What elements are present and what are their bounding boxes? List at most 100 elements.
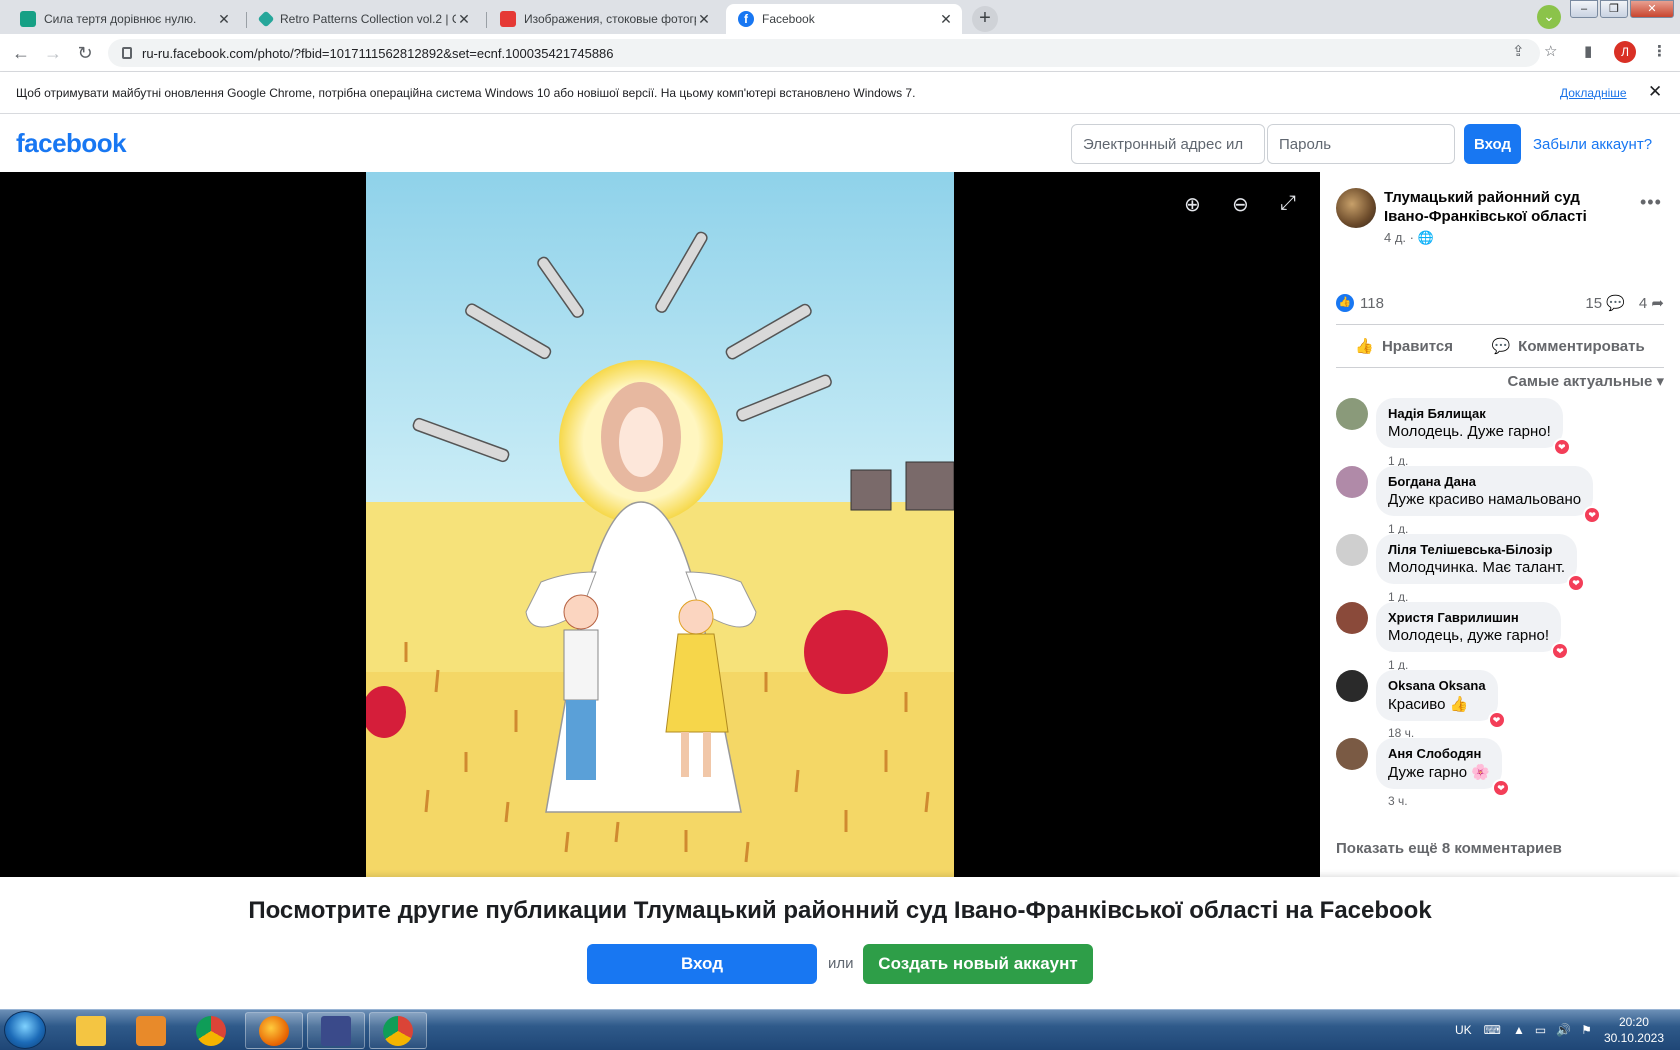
love-reaction-icon[interactable]: ❤ (1583, 506, 1602, 524)
comment-author[interactable]: Надія Бялищак (1388, 406, 1551, 421)
sort-label: Самые актуальные (1507, 373, 1653, 390)
like-button[interactable]: 👍 Нравится (1355, 337, 1453, 355)
tab-1[interactable]: Сила тертя дорівнює нулю. ✕ (8, 4, 240, 34)
love-reaction-icon[interactable]: ❤ (1551, 642, 1570, 660)
comment-button[interactable]: 💬 Комментировать (1491, 337, 1644, 355)
post-side-panel: Тлумацький районний суд Івано-Франківськ… (1320, 172, 1680, 877)
tab-facebook-active[interactable]: f Facebook ✕ (726, 4, 962, 34)
taskbar-chrome-profile[interactable] (369, 1012, 427, 1049)
commenter-avatar[interactable] (1336, 466, 1368, 498)
comment-author[interactable]: Христя Гаврилишин (1388, 610, 1549, 625)
commenter-avatar[interactable] (1336, 738, 1368, 770)
address-url: ru-ru.facebook.com/photo/?fbid=101711156… (142, 45, 614, 61)
comment-bubble: Аня Слободян Дуже гарно 🌸 ❤ (1376, 738, 1510, 797)
love-reaction-icon[interactable]: ❤ (1567, 574, 1586, 592)
tab-close-icon[interactable]: ✕ (696, 11, 712, 28)
comment-bubble: Христя Гаврилишин Молодець, дуже гарно! … (1376, 602, 1570, 660)
comment-author[interactable]: Богдана Дана (1388, 474, 1581, 489)
commenter-avatar[interactable] (1336, 398, 1368, 430)
battery-icon[interactable]: ▭ (1535, 1023, 1546, 1037)
floppy-disk-icon (321, 1015, 351, 1046)
reactions-summary[interactable]: 👍 118 (1336, 294, 1384, 312)
post-meta: 4 д. · 🌐 (1384, 230, 1434, 245)
envato-favicon-icon (257, 10, 275, 28)
browser-toolbar: ← → ↻ ru-ru.facebook.com/photo/?fbid=101… (0, 34, 1680, 72)
language-indicator[interactable]: UK (1455, 1023, 1472, 1037)
comments-count-link[interactable]: 15 💬 (1585, 294, 1625, 312)
restore-button[interactable]: ❐ (1600, 0, 1628, 18)
more-options-icon[interactable]: ••• (1640, 192, 1662, 213)
love-reaction-icon[interactable]: ❤ (1492, 779, 1510, 797)
banner-headline: Посмотрите другие публикации Тлумацький … (248, 897, 1432, 924)
forward-arrow-icon[interactable]: → (42, 42, 64, 64)
page-avatar[interactable] (1336, 188, 1376, 228)
side-panel-icon[interactable]: ▮ (1584, 42, 1592, 60)
taskbar-firefox[interactable] (245, 1012, 303, 1049)
tab-2[interactable]: Retro Patterns Collection vol.2 | C ✕ (248, 4, 480, 34)
tray-expand-icon[interactable]: ▲ (1513, 1023, 1525, 1037)
tab-divider (246, 12, 247, 28)
shares-count: 4 (1638, 295, 1648, 312)
share-icon[interactable]: ⇪ (1512, 42, 1525, 60)
infobar-close-icon[interactable]: ✕ (1648, 82, 1662, 102)
password-field[interactable]: Пароль (1267, 124, 1455, 164)
chrome-menu-icon[interactable]: ⋮ (1652, 42, 1667, 60)
clock[interactable]: 20:20 30.10.2023 (1604, 1014, 1664, 1046)
taskbar-chrome[interactable] (182, 1012, 240, 1049)
tab-search-chevron-icon[interactable]: ⌄ (1537, 5, 1561, 29)
email-field[interactable]: Электронный адрес ил (1071, 124, 1265, 164)
commenter-avatar[interactable] (1336, 602, 1368, 634)
caret-down-icon: ▾ (1656, 373, 1664, 390)
commenter-avatar[interactable] (1336, 534, 1368, 566)
volume-icon[interactable]: 🔊 (1556, 1023, 1571, 1037)
comment-bubble: Ліля Телішевська-Білозір Молодчинка. Має… (1376, 534, 1586, 592)
shares-count-link[interactable]: 4 ➦ (1639, 294, 1664, 312)
back-arrow-icon[interactable]: ← (10, 42, 32, 64)
bookmark-star-icon[interactable]: ☆ (1544, 42, 1557, 60)
infobar-more-link[interactable]: Докладніше (1560, 86, 1627, 100)
facebook-header: facebook Электронный адрес ил Пароль Вхо… (0, 114, 1680, 172)
zoom-in-icon[interactable]: ⊕ (1184, 192, 1201, 217)
comment-author[interactable]: Ліля Телішевська-Білозір (1388, 542, 1565, 557)
comment-text: Молодець. Дуже гарно! (1388, 423, 1551, 440)
comment-time[interactable]: 3 ч. (1388, 794, 1408, 808)
reload-icon[interactable]: ↻ (74, 42, 96, 64)
comment-author[interactable]: Oksana Oksana (1388, 678, 1486, 693)
create-account-button[interactable]: Создать новый аккаунт (863, 944, 1093, 984)
media-player-icon (136, 1015, 166, 1046)
profile-avatar[interactable]: Л (1614, 41, 1636, 63)
love-reaction-icon[interactable]: ❤ (1487, 711, 1506, 729)
zoom-out-icon[interactable]: ⊖ (1232, 192, 1249, 217)
comment-sort-dropdown[interactable]: Самые актуальные ▾ (1508, 372, 1665, 390)
new-tab-button[interactable]: + (972, 6, 998, 32)
banner-login-button[interactable]: Вход (587, 944, 817, 984)
keyboard-icon[interactable]: ⌨ (1484, 1023, 1501, 1037)
post-time[interactable]: 4 д. (1384, 230, 1406, 245)
signup-banner: Посмотрите другие публикации Тлумацький … (0, 877, 1680, 1009)
tab-close-icon[interactable]: ✕ (216, 11, 232, 28)
like-reaction-icon: 👍 (1336, 294, 1354, 312)
start-button[interactable] (4, 1011, 46, 1049)
taskbar-explorer[interactable] (62, 1012, 120, 1049)
minimize-button[interactable]: – (1570, 0, 1598, 18)
page-name[interactable]: Тлумацький районний суд Івано-Франківськ… (1384, 188, 1624, 226)
facebook-logo[interactable]: facebook (16, 128, 127, 159)
tab-3[interactable]: Изображения, стоковые фотогр ✕ (488, 4, 720, 34)
children-drawing-photo[interactable] (366, 172, 954, 877)
commenter-avatar[interactable] (1336, 670, 1368, 702)
love-reaction-icon[interactable]: ❤ (1552, 438, 1571, 456)
show-more-comments-link[interactable]: Показать ещё 8 комментариев (1336, 840, 1562, 857)
action-center-flag-icon[interactable]: ⚑ (1581, 1023, 1592, 1037)
tab-close-icon[interactable]: ✕ (456, 11, 472, 28)
forgot-account-link[interactable]: Забыли аккаунт? (1533, 136, 1652, 153)
header-login-button[interactable]: Вход (1464, 124, 1521, 164)
tab-close-icon[interactable]: ✕ (938, 11, 954, 28)
comment-author[interactable]: Аня Слободян (1388, 746, 1490, 761)
address-bar[interactable]: ru-ru.facebook.com/photo/?fbid=101711156… (108, 39, 1540, 67)
taskbar-save-app[interactable] (307, 1012, 365, 1049)
comment-text: Молодчинка. Має талант. (1388, 559, 1566, 576)
close-window-button[interactable]: ✕ (1630, 0, 1674, 18)
fullscreen-icon[interactable]: ⤢ (1280, 192, 1296, 215)
browser-tab-strip: Сила тертя дорівнює нулю. ✕ Retro Patter… (0, 0, 1680, 34)
taskbar-media-player[interactable] (122, 1012, 180, 1049)
